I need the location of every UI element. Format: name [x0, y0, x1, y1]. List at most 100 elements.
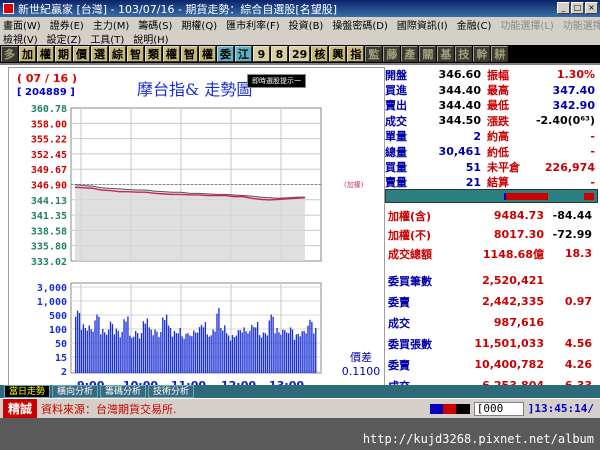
toolbar-button[interactable]: 29	[289, 46, 311, 62]
order-label: 委賣	[388, 358, 410, 372]
index-value: 9484.73	[493, 209, 544, 222]
menu-item[interactable]: 證券(E)	[50, 17, 84, 32]
menu-item[interactable]: 匯市利率(F)	[226, 17, 280, 32]
volume-tick: 100	[49, 325, 67, 336]
quote-label: 成交	[385, 114, 407, 128]
tab-0[interactable]: 當日走勢	[4, 385, 51, 398]
volume-bar	[255, 327, 257, 373]
menu-item[interactable]: 期權(Q)	[181, 17, 217, 32]
toolbar-button[interactable]: 智	[181, 46, 198, 62]
toolbar-button[interactable]: 耕	[491, 46, 509, 62]
order-row: 成交 987,616	[388, 312, 598, 333]
volume-bar	[233, 337, 236, 373]
menu-item[interactable]: 投資(B)	[289, 17, 324, 32]
toolbar-button[interactable]: 關	[419, 46, 437, 62]
volume-bar	[268, 320, 270, 373]
toolbar-button[interactable]: 價	[73, 46, 90, 62]
volume-bar	[247, 333, 249, 373]
menu-item[interactable]: 操盤密碼(D)	[332, 17, 388, 32]
order-value: 10,400,782	[474, 358, 544, 371]
volume-bar	[96, 314, 98, 373]
quote-label: 買量	[385, 161, 407, 175]
volume-bar	[202, 327, 205, 373]
minimize-button[interactable]: _	[557, 2, 570, 14]
menu-item[interactable]: 主力(M)	[93, 17, 129, 32]
toolbar-button[interactable]: 加	[19, 46, 36, 62]
toolbar-button[interactable]: 指	[347, 46, 365, 62]
menu-item[interactable]: 說明(H)	[133, 31, 168, 46]
chart-panel: ( 07 / 16 ) [ 204889 ] 摩台指& 走勢圖 即時選股提示一 …	[8, 67, 385, 397]
volume-bar	[243, 327, 245, 373]
toolbar-button[interactable]: 9	[253, 46, 270, 62]
close-button[interactable]: ×	[585, 2, 598, 14]
quote-value: -2.40(0⁶³)	[535, 114, 595, 128]
status-clock: ]13:45:14/	[527, 402, 594, 415]
volume-bar	[282, 329, 284, 373]
volume-bar	[160, 331, 162, 373]
toolbar-button[interactable]: 興	[329, 46, 347, 62]
price-tick: 338.58	[31, 226, 67, 237]
index-change: -72.99	[552, 228, 592, 241]
toolbar-button[interactable]: 監	[365, 46, 383, 62]
menu-item[interactable]: 功能選擇(F)	[563, 17, 600, 32]
tab-2[interactable]: 籌碼分析	[100, 385, 147, 398]
toolbar-button[interactable]: 智	[127, 46, 144, 62]
toolbar-button[interactable]: 權	[199, 46, 216, 62]
toolbar-button[interactable]: 8	[271, 46, 288, 62]
volume-bar	[305, 333, 307, 373]
price-tick: 335.80	[31, 242, 67, 253]
menu-item[interactable]: 畫面(W)	[3, 17, 41, 32]
maximize-button[interactable]: □	[571, 2, 584, 14]
toolbar-button[interactable]: 產	[401, 46, 419, 62]
price-volume-chart[interactable]: 360.78 358.00 355.22 352.45 349.67 346.90 344.…	[9, 68, 386, 398]
toolbar-button[interactable]: 核	[311, 46, 329, 62]
toolbar-button[interactable]: 綜	[109, 46, 126, 62]
menu-item[interactable]: 工具(T)	[90, 31, 124, 46]
volume-bar	[144, 323, 147, 373]
toolbar-button[interactable]: 選	[91, 46, 108, 62]
volume-bar	[123, 319, 125, 373]
quote-panel: 開盤 346.60 振幅 1.30% 買進 344.40 最高 347.40 賣出 344.40 最…	[385, 67, 598, 192]
toolbar-button[interactable]: 多	[1, 46, 18, 62]
volume-bar	[142, 321, 145, 373]
menu-item[interactable]: 國際資訊(I)	[397, 17, 448, 32]
order-ratio: 4.26	[564, 358, 592, 371]
quote-label: 買進	[385, 84, 407, 98]
toolbar-button[interactable]: 類	[145, 46, 162, 62]
toolbar-button[interactable]: 藤	[383, 46, 401, 62]
tab-3[interactable]: 技術分析	[148, 385, 195, 398]
volume-bar	[276, 327, 278, 373]
toolbar: 多加權期價選綜智類權智權委江 9 8 29 核興指監藤產關基技幹耕	[0, 45, 600, 63]
index-label: 加權(不)	[388, 228, 432, 242]
status-code-field[interactable]: [000	[473, 401, 524, 416]
volume-bar	[237, 330, 239, 373]
volume-bar	[193, 330, 195, 373]
volume-bar	[200, 324, 203, 373]
volume-bar	[315, 327, 317, 373]
volume-bar	[189, 335, 191, 373]
status-indicator	[429, 403, 470, 414]
quote-label: 最高	[487, 84, 509, 98]
toolbar-button[interactable]: 委	[217, 46, 234, 62]
toolbar-button[interactable]: 期	[55, 46, 72, 62]
menu-item[interactable]: 檢視(V)	[3, 31, 38, 46]
quote-row: 開盤 346.60 振幅 1.30%	[385, 67, 598, 82]
tab-1[interactable]: 橫向分析	[52, 385, 99, 398]
toolbar-button[interactable]: 權	[37, 46, 54, 62]
toolbar-button[interactable]: 幹	[473, 46, 491, 62]
toolbar-button[interactable]: 江	[235, 46, 252, 62]
menu-item[interactable]: 功能選擇(L)	[500, 17, 553, 32]
toolbar-button[interactable]: 權	[163, 46, 180, 62]
quote-label: 最低	[487, 99, 509, 113]
quote-label: 振幅	[487, 68, 509, 82]
volume-bar	[291, 329, 294, 373]
menu-item[interactable]: 設定(Z)	[47, 31, 82, 46]
volume-bar	[231, 335, 234, 373]
toolbar-button[interactable]: 基	[437, 46, 455, 62]
toolbar-button[interactable]: 技	[455, 46, 473, 62]
order-label: 委賣	[388, 295, 410, 309]
footer: http://kujd3268.pixnet.net/album	[0, 418, 600, 450]
menu-item[interactable]: 金融(C)	[457, 17, 492, 32]
menu-item[interactable]: 籌碼(S)	[138, 17, 172, 32]
price-tick: 352.45	[31, 150, 67, 161]
